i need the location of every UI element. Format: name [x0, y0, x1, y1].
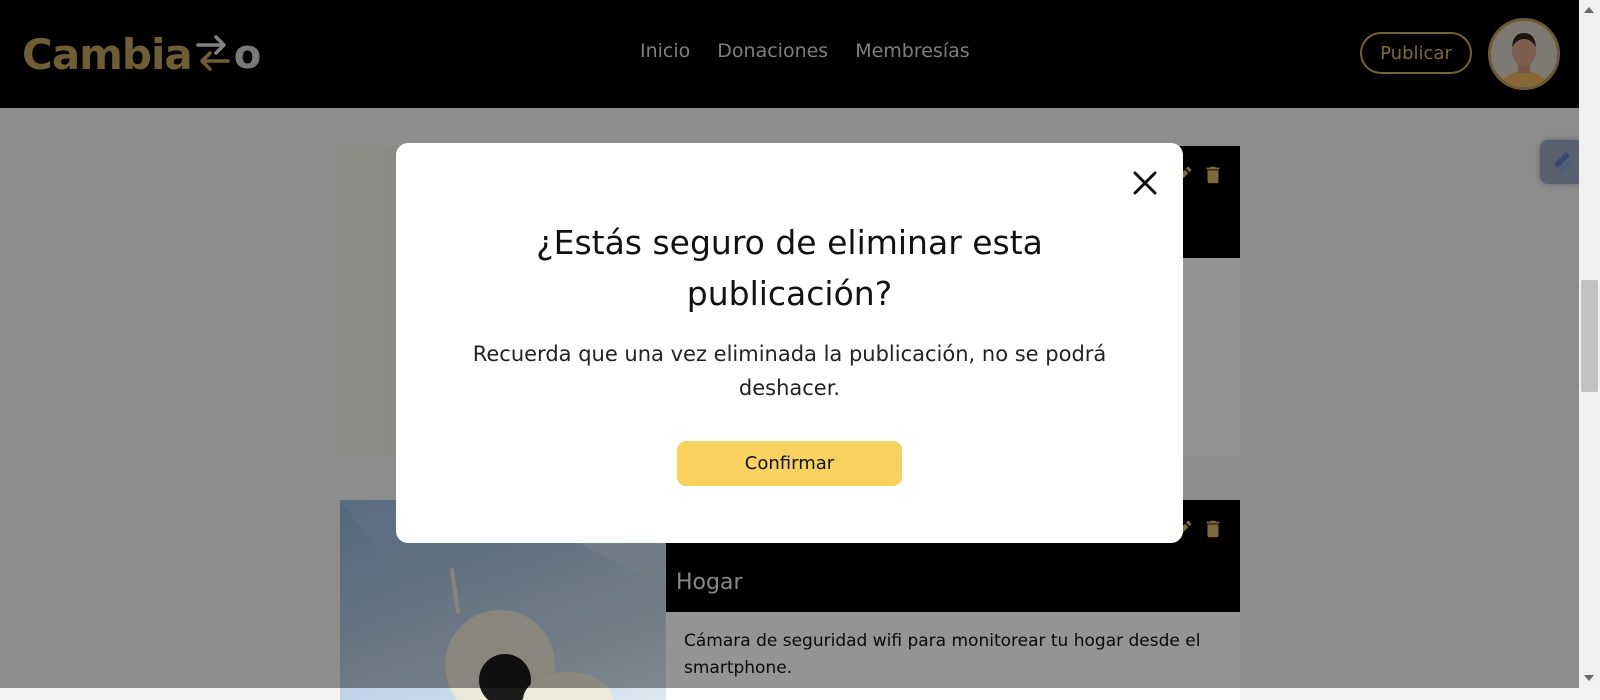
page-scrollbar[interactable] — [1579, 0, 1600, 688]
close-button[interactable] — [1129, 167, 1161, 199]
scroll-up-arrow-icon[interactable] — [1584, 7, 1594, 13]
scrollbar-thumb[interactable] — [1581, 280, 1598, 392]
close-icon — [1133, 171, 1157, 195]
dialog-message: Recuerda que una vez eliminada la public… — [472, 342, 1107, 400]
confirm-button[interactable]: Confirmar — [677, 441, 902, 486]
delete-confirmation-dialog: ¿Estás seguro de eliminar esta publicaci… — [396, 143, 1183, 543]
scroll-down-arrow-icon[interactable] — [1584, 675, 1594, 681]
dialog-title: ¿Estás seguro de eliminar esta publicaci… — [536, 223, 1043, 313]
